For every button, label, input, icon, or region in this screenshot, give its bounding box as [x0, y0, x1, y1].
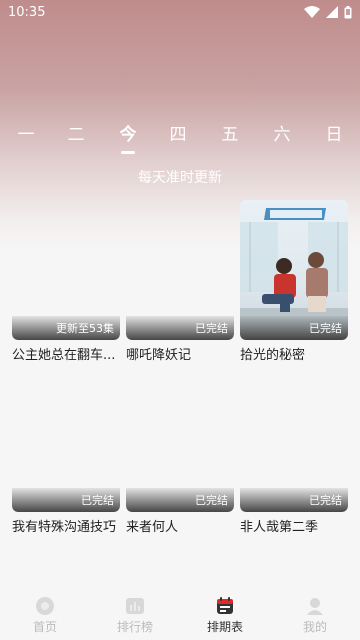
tab-day-2[interactable]: 二: [58, 122, 94, 148]
nav-schedule-label: 排期表: [206, 620, 243, 634]
tab-day-7[interactable]: 日: [316, 122, 352, 148]
nav-profile[interactable]: 我的: [270, 590, 360, 640]
nav-home[interactable]: 首页: [0, 590, 90, 640]
show-title[interactable]: 来者何人: [126, 516, 238, 535]
nav-ranking[interactable]: 排行榜: [90, 590, 180, 640]
profile-icon: [307, 598, 323, 615]
nav-schedule[interactable]: 排期表: [180, 590, 270, 640]
nav-home-label: 首页: [32, 620, 57, 634]
show-title[interactable]: 哪吒降妖记: [126, 344, 238, 363]
schedule-subtitle: 每天准时更新: [138, 170, 222, 186]
calendar-icon: [217, 597, 233, 614]
tab-day-5[interactable]: 五: [212, 122, 248, 148]
show-poster[interactable]: 已完结: [12, 372, 120, 512]
ranking-icon: [126, 598, 144, 614]
tab-day-1[interactable]: 一: [8, 122, 44, 148]
tab-day-6[interactable]: 六: [264, 122, 300, 148]
show-status-badge: 已完结: [309, 494, 342, 507]
show-poster[interactable]: 已完结: [126, 200, 234, 340]
nav-profile-label: 我的: [302, 620, 327, 634]
signal-icon: [326, 6, 338, 18]
show-poster[interactable]: 更新至53集: [12, 200, 120, 340]
bottom-navigation: 首页 排行榜 排期表 我的: [0, 590, 360, 640]
battery-icon: [344, 5, 352, 18]
show-status-badge: 已完结: [195, 322, 228, 335]
show-poster[interactable]: 已完结: [126, 372, 234, 512]
status-bar: 10:35: [0, 0, 360, 24]
weekday-tabs: 一 二 今 四 五 六 日: [0, 122, 360, 152]
show-status-badge: 更新至53集: [56, 322, 114, 335]
show-title[interactable]: 拾光的秘密: [240, 344, 352, 363]
wifi-icon: [304, 6, 320, 18]
show-title[interactable]: 公主她总在翻车...: [12, 344, 124, 363]
show-status-badge: 已完结: [81, 494, 114, 507]
show-status-badge: 已完结: [195, 494, 228, 507]
status-time: 10:35: [8, 4, 46, 20]
nav-ranking-label: 排行榜: [116, 620, 153, 634]
active-tab-indicator: [121, 151, 135, 154]
home-icon: [36, 597, 54, 615]
show-poster[interactable]: 已完结: [240, 372, 348, 512]
show-title[interactable]: 我有特殊沟通技巧: [12, 516, 124, 535]
tab-day-4[interactable]: 四: [160, 122, 196, 148]
show-title[interactable]: 非人哉第二季: [240, 516, 352, 535]
show-status-badge: 已完结: [309, 322, 342, 335]
show-poster-image[interactable]: 已完结: [240, 200, 348, 340]
tab-day-today[interactable]: 今: [110, 122, 146, 148]
